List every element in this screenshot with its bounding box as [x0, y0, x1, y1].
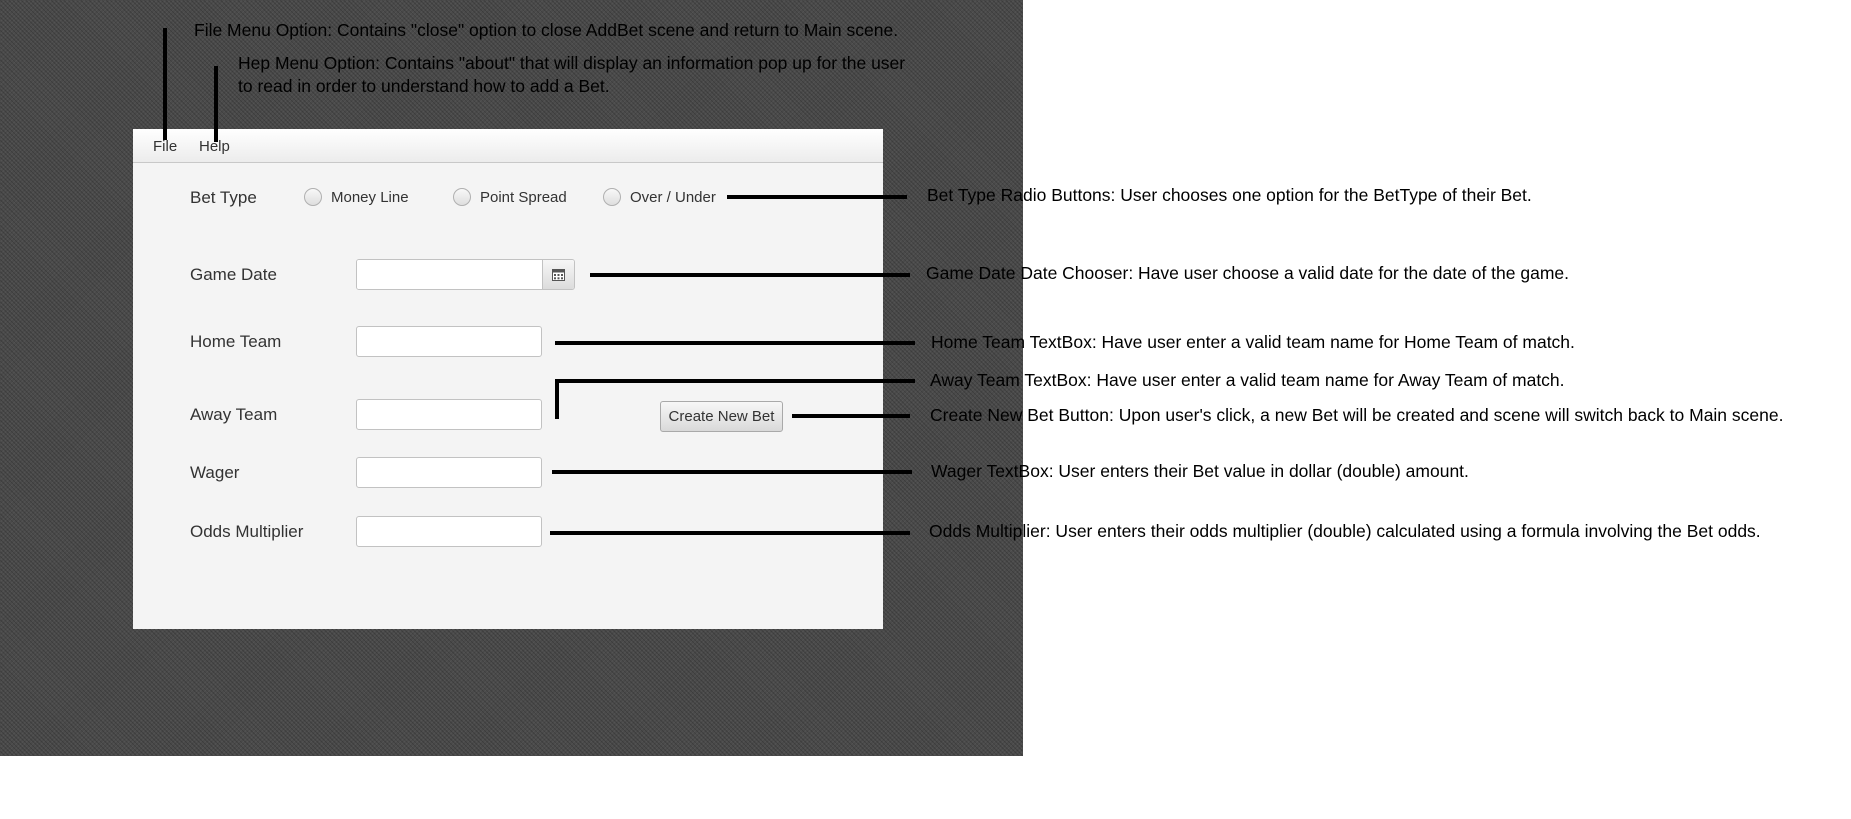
annotation-help-menu: Hep Menu Option: Contains "about" that w… [238, 53, 906, 96]
file-pointer-line [163, 28, 167, 140]
menu-file[interactable]: File [153, 138, 177, 155]
radio-point-spread[interactable] [453, 188, 471, 206]
calendar-button[interactable] [542, 260, 574, 289]
annotation-wager: Wager TextBox: User enters their Bet val… [931, 461, 1469, 481]
home-team-input[interactable] [356, 326, 542, 357]
game-date-picker[interactable] [356, 259, 575, 290]
away-team-pointer-line [555, 379, 915, 383]
wager-label: Wager [190, 463, 240, 482]
calendar-icon [552, 268, 565, 281]
bet-type-label: Bet Type [190, 188, 257, 207]
annotation-game-date: Game Date Date Chooser: Have user choose… [926, 263, 1570, 283]
game-date-input[interactable] [357, 260, 543, 289]
annotation-away-team: Away Team TextBox: Have user enter a val… [930, 370, 1565, 390]
game-date-label: Game Date [190, 265, 277, 284]
odds-pointer-line [550, 531, 910, 535]
game-date-pointer-line [590, 273, 910, 277]
radio-money-line-label[interactable]: Money Line [331, 189, 409, 206]
radio-money-line[interactable] [304, 188, 322, 206]
create-new-bet-button[interactable]: Create New Bet [660, 401, 783, 432]
annotation-bet-type: Bet Type Radio Buttons: User chooses one… [927, 185, 1532, 205]
wager-pointer-line [552, 470, 912, 474]
annotation-file-menu: File Menu Option: Contains "close" optio… [194, 20, 899, 40]
home-team-label: Home Team [190, 332, 282, 351]
away-team-input[interactable] [356, 399, 542, 430]
away-team-label: Away Team [190, 405, 278, 424]
annotation-create-bet: Create New Bet Button: Upon user's click… [930, 405, 1784, 425]
radio-over-under[interactable] [603, 188, 621, 206]
odds-multiplier-input[interactable] [356, 516, 542, 547]
help-pointer-line [214, 66, 218, 142]
annotation-odds: Odds Multiplier: User enters their odds … [929, 521, 1761, 541]
annotation-home-team: Home Team TextBox: Have user enter a val… [931, 332, 1575, 352]
home-team-pointer-line [555, 341, 915, 345]
odds-multiplier-label: Odds Multiplier [190, 522, 304, 541]
wager-input[interactable] [356, 457, 542, 488]
radio-point-spread-label[interactable]: Point Spread [480, 189, 567, 206]
bet-type-pointer-line [727, 195, 907, 199]
radio-over-under-label[interactable]: Over / Under [630, 189, 716, 206]
away-team-pointer-drop [555, 379, 559, 419]
menu-bar: File Help [133, 129, 883, 163]
create-bet-pointer-line [792, 414, 910, 418]
